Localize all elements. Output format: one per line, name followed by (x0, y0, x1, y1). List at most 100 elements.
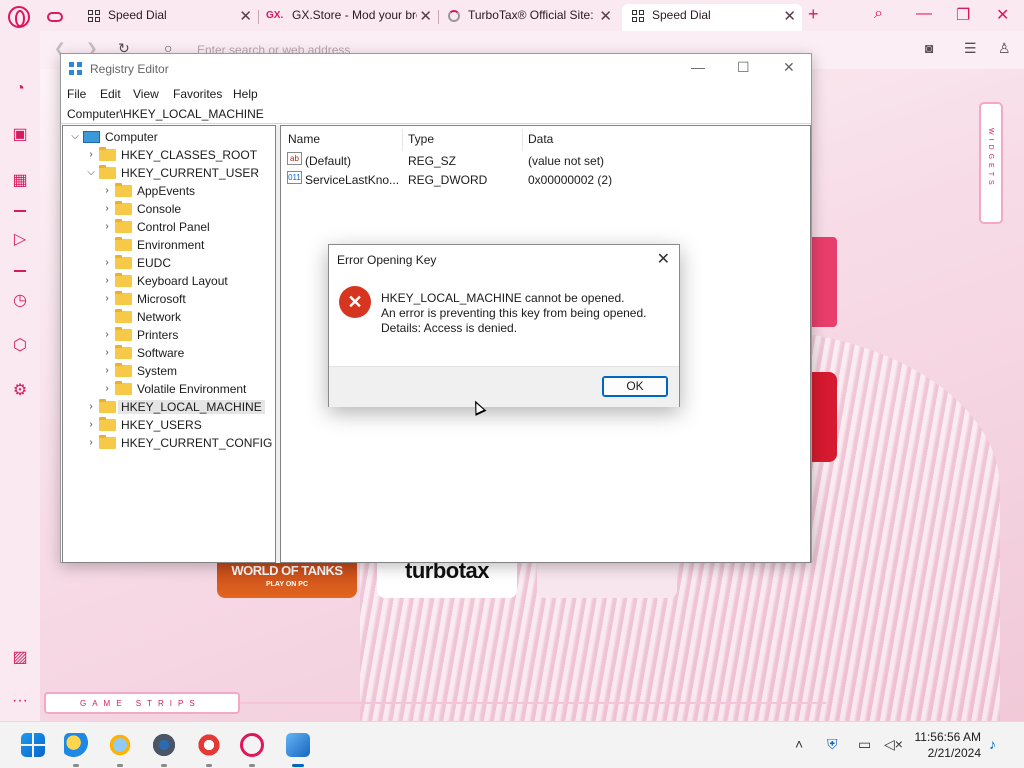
close-icon[interactable]: ✕ (239, 5, 252, 28)
chevron-right-icon[interactable]: › (101, 254, 113, 272)
close-icon[interactable]: ✕ (417, 5, 432, 28)
close-icon[interactable]: ✕ (597, 5, 612, 28)
registry-editor-taskbar-icon[interactable] (286, 733, 310, 757)
tree-item[interactable]: › AppEvents (101, 182, 195, 200)
chevron-right-icon[interactable]: › (101, 182, 113, 200)
tree-item[interactable]: Network (101, 308, 181, 326)
tree-item[interactable]: › EUDC (101, 254, 171, 272)
tree-item[interactable]: › HKEY_LOCAL_MACHINE (85, 398, 265, 416)
column-header-type[interactable]: Type (408, 132, 434, 146)
tree-item[interactable]: › Microsoft (101, 290, 186, 308)
tree-item[interactable]: › Software (101, 344, 184, 362)
folder-icon (115, 219, 132, 233)
speed-dial-tile-turbotax[interactable]: turbotax (377, 560, 517, 598)
minimize-icon[interactable]: — (916, 5, 932, 23)
tab-speed-dial-2[interactable]: Speed Dial ✕ (622, 4, 802, 31)
settings-icon[interactable]: ⚙ (10, 381, 30, 401)
tree-item[interactable]: › Keyboard Layout (101, 272, 228, 290)
chevron-right-icon[interactable]: › (101, 380, 113, 398)
chevron-right-icon[interactable]: › (101, 218, 113, 236)
game-strips-tab[interactable]: GAME STRIPS (44, 692, 240, 714)
close-window-icon[interactable]: ✕ (996, 5, 1009, 25)
tab-label: GX.Store - Mod your bro (292, 8, 423, 22)
chevron-down-icon[interactable]: ⌵ (69, 128, 81, 146)
history-icon[interactable]: ◷ (10, 291, 30, 311)
tree-item[interactable]: › Volatile Environment (101, 380, 246, 398)
chevron-down-icon[interactable]: ⌵ (85, 164, 97, 182)
app-icon[interactable] (197, 733, 221, 757)
tree-item[interactable]: › Printers (101, 326, 178, 344)
show-hidden-icons-icon[interactable]: ˄ (795, 736, 803, 752)
volume-muted-icon[interactable]: ◁× (884, 736, 903, 753)
network-icon[interactable]: ▭ (858, 736, 871, 753)
opera-logo-icon[interactable] (8, 6, 30, 28)
profile-icon[interactable]: ♙ (998, 40, 1011, 57)
new-tab-icon[interactable]: + (808, 4, 819, 25)
bag-icon[interactable]: ▣ (10, 125, 30, 145)
value-row[interactable]: ab (Default) REG_SZ (value not set) (281, 152, 810, 170)
extensions-icon[interactable]: ⬡ (10, 336, 30, 356)
chevron-right-icon[interactable]: › (85, 434, 97, 452)
search-tabs-icon[interactable]: ⌕ (874, 5, 883, 23)
tree-item[interactable]: › HKEY_CLASSES_ROOT (85, 146, 257, 164)
wallpaper-icon[interactable]: ▨ (10, 648, 30, 668)
tree-item[interactable]: › HKEY_USERS (85, 416, 202, 434)
chevron-right-icon[interactable]: › (101, 200, 113, 218)
widgets-tab[interactable]: WIDGETS (979, 102, 1003, 224)
value-row[interactable]: 011 ServiceLastKno... REG_DWORD 0x000000… (281, 171, 810, 189)
chevron-right-icon[interactable]: › (101, 272, 113, 290)
more-icon[interactable]: ··· (10, 691, 30, 711)
column-divider[interactable] (522, 129, 523, 151)
address-bar[interactable]: Computer\HKEY_LOCAL_MACHINE (61, 104, 811, 124)
column-divider[interactable] (402, 129, 403, 151)
hot-tabs-icon[interactable]: ▦ (10, 171, 30, 191)
player-icon[interactable]: ▷ (10, 230, 30, 250)
close-icon[interactable]: ✕ (657, 249, 670, 269)
menu-favorites[interactable]: Favorites (173, 87, 222, 101)
tab-speed-dial-1[interactable]: Speed Dial ✕ (78, 4, 258, 31)
tab-game[interactable] (40, 4, 80, 31)
start-button[interactable] (21, 733, 45, 757)
column-header-name[interactable]: Name (288, 132, 320, 146)
notification-bell-icon[interactable]: ♪ (989, 736, 996, 752)
snapshot-icon[interactable]: ◙ (925, 40, 933, 56)
tree-item[interactable]: › System (101, 362, 177, 380)
folder-icon (115, 255, 132, 269)
security-shield-icon[interactable]: ⛨ (827, 736, 838, 753)
menu-view[interactable]: View (133, 87, 159, 101)
tree-item[interactable]: ⌵ HKEY_CURRENT_USER (85, 164, 259, 182)
tree-item[interactable]: › Console (101, 200, 181, 218)
chevron-right-icon[interactable]: › (101, 362, 113, 380)
chevron-right-icon[interactable]: › (101, 290, 113, 308)
clock[interactable]: 11:56:56 AM 2/21/2024 (915, 729, 982, 761)
chevron-right-icon[interactable]: › (101, 344, 113, 362)
speed-dial-tile[interactable] (537, 562, 677, 598)
minimize-icon[interactable]: — (691, 59, 705, 75)
close-icon[interactable]: ✕ (783, 59, 795, 76)
restore-icon[interactable]: ❐ (956, 5, 970, 25)
menu-edit[interactable]: Edit (100, 87, 121, 101)
tree-item[interactable]: › HKEY_CURRENT_CONFIG (85, 434, 272, 452)
column-header-data[interactable]: Data (528, 132, 553, 146)
tree-item[interactable]: ⌵ Computer (69, 128, 157, 146)
chevron-right-icon[interactable]: › (85, 416, 97, 434)
maximize-icon[interactable]: ☐ (737, 59, 750, 76)
chevron-right-icon[interactable]: › (85, 146, 97, 164)
opera-gx-icon[interactable] (240, 733, 264, 757)
tab-gx-store[interactable]: GX. GX.Store - Mod your bro ✕ (258, 4, 438, 31)
menu-file[interactable]: File (67, 87, 86, 101)
tree-item[interactable]: › Control Panel (101, 218, 210, 236)
gx-control-icon[interactable]: ◔ (10, 79, 30, 99)
file-explorer-icon[interactable] (64, 733, 88, 757)
paint-icon[interactable] (108, 733, 132, 757)
settings-gear-icon[interactable] (152, 733, 176, 757)
tab-turbotax[interactable]: TurboTax® Official Site: ✕ (438, 4, 618, 31)
tree-item[interactable]: Environment (101, 236, 204, 254)
chevron-right-icon[interactable]: › (85, 398, 97, 416)
easy-setup-icon[interactable]: ☰ (964, 40, 977, 57)
ok-button[interactable]: OK (602, 376, 668, 397)
menu-help[interactable]: Help (233, 87, 258, 101)
chevron-right-icon[interactable]: › (101, 326, 113, 344)
speed-dial-tile-world-of-tanks[interactable]: WORLD OF TANKS PLAY ON PC (217, 562, 357, 598)
close-icon[interactable]: ✕ (783, 5, 796, 28)
